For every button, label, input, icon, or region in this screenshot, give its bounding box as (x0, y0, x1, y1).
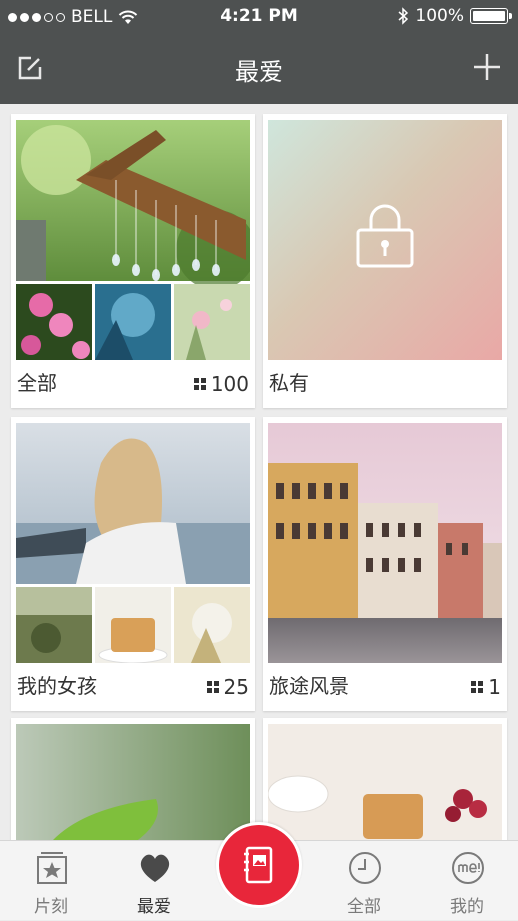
heart-icon (140, 854, 170, 882)
album-card-partial-left[interactable] (11, 718, 255, 848)
tab-me[interactable]: 我的 (422, 841, 512, 921)
album-card-all[interactable]: 全部 100 (11, 114, 255, 408)
album-label: 私有 (269, 371, 309, 395)
tab-moments[interactable]: 片刻 (6, 841, 96, 921)
album-card-partial-right[interactable] (263, 718, 507, 848)
album-cover-dessert (268, 724, 502, 848)
album-cover-leaf (16, 724, 250, 848)
page-title: 最爱 (235, 58, 283, 86)
tab-favorites[interactable]: 最爱 (109, 841, 199, 921)
album-card-private[interactable]: 私有 (263, 114, 507, 408)
album-cover-collage (16, 423, 250, 663)
grid-icon (471, 681, 484, 693)
album-label: 全部 (17, 371, 57, 395)
tab-label: 全部 (347, 897, 381, 917)
album-label: 我的女孩 (17, 674, 97, 698)
grid-icon (206, 681, 219, 693)
add-icon[interactable] (472, 52, 502, 82)
tab-label: 最爱 (137, 897, 171, 917)
album-card-my-girl[interactable]: 我的女孩 25 (11, 417, 255, 711)
album-count-value: 1 (488, 675, 501, 699)
navigation-bar: 最爱 (0, 34, 518, 104)
album-card-travel[interactable]: 旅途风景 1 (263, 417, 507, 711)
photo-book-icon (244, 846, 273, 884)
battery-icon (470, 8, 512, 24)
clock-icon (349, 852, 381, 884)
tab-all[interactable]: 全部 (319, 841, 409, 921)
lock-icon (356, 204, 414, 268)
album-cover-venice (268, 423, 502, 663)
bluetooth-icon (398, 7, 409, 25)
album-cover-collage (16, 120, 250, 360)
album-count: 100 (193, 372, 249, 396)
battery-percent: 100% (415, 6, 464, 26)
album-count-value: 100 (210, 372, 249, 396)
star-card-icon (37, 852, 67, 884)
tab-label: 我的 (450, 897, 484, 917)
album-label: 旅途风景 (269, 674, 349, 698)
tab-label: 片刻 (34, 897, 68, 917)
album-count: 25 (206, 675, 249, 699)
me-icon (452, 852, 484, 884)
album-count-value: 25 (223, 675, 249, 699)
album-count: 1 (471, 675, 501, 699)
grid-icon (193, 378, 206, 390)
photo-album-button[interactable] (216, 822, 302, 908)
status-bar: BELL 4:21 PM 100% (0, 0, 518, 34)
